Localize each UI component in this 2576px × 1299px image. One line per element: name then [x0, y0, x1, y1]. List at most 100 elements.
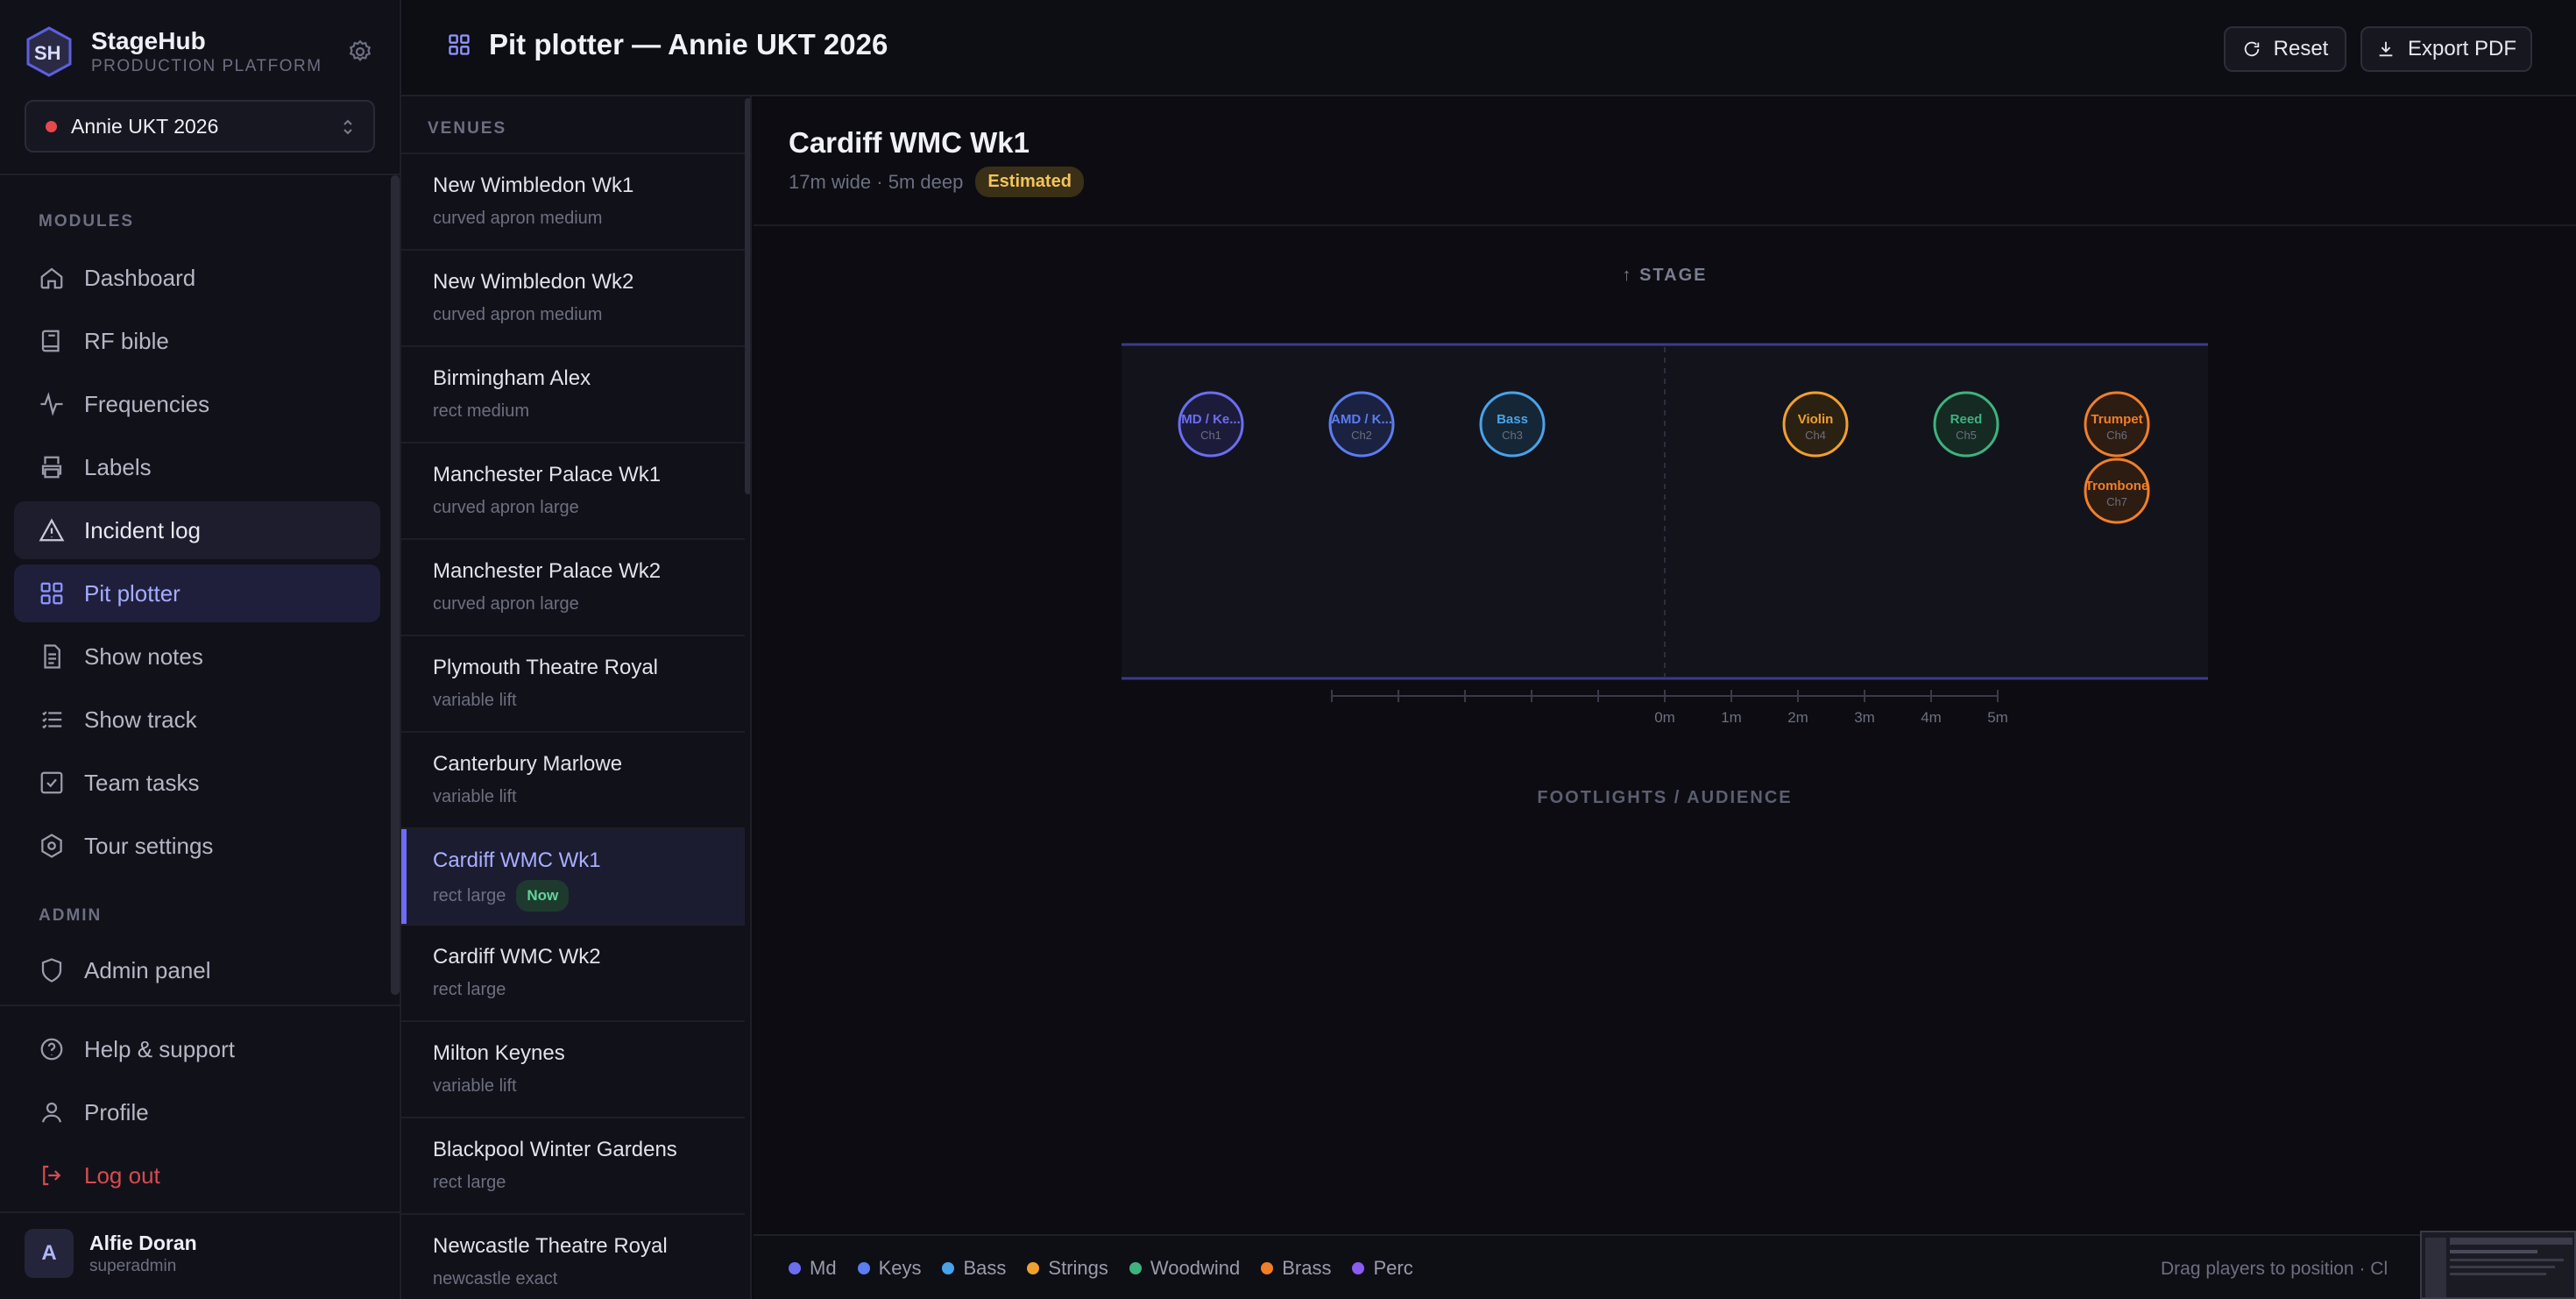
venue-pit-type: newcastle exact — [433, 1266, 745, 1292]
nav-label: Show track — [84, 706, 197, 733]
gear-icon[interactable] — [347, 39, 373, 65]
venue-item[interactable]: Manchester Palace Wk1 curved apron large — [401, 442, 745, 538]
sidebar-scrollbar[interactable] — [391, 175, 400, 995]
player-channel: Ch4 — [1805, 429, 1826, 442]
nav-pit-plotter[interactable]: Pit plotter — [14, 564, 380, 622]
venue-item[interactable]: Newcastle Theatre Royal newcastle exact — [401, 1213, 745, 1299]
grid-icon — [449, 34, 470, 55]
venue-name: New Wimbledon Wk2 — [433, 270, 634, 294]
user-name: Alfie Doran — [89, 1232, 197, 1254]
venue-item[interactable]: New Wimbledon Wk2 curved apron medium — [401, 249, 745, 345]
venue-item[interactable]: Blackpool Winter Gardens rect large — [401, 1117, 745, 1213]
venue-item[interactable]: New Wimbledon Wk1 curved apron medium — [401, 153, 745, 249]
nav-label: Labels — [84, 453, 152, 480]
legend-bar: Md Keys Bass Strings Woodwind Brass Perc Drag … — [754, 1234, 2576, 1299]
nav-admin-panel[interactable]: Admin panel — [14, 941, 380, 999]
player-chip[interactable]: MD / Ke... Ch1 — [1178, 391, 1244, 458]
nav-show-notes[interactable]: Show notes — [14, 628, 380, 685]
venue-item[interactable]: Cardiff WMC Wk1 rect large Now — [401, 827, 745, 926]
logo-text: SH — [34, 42, 61, 64]
venue-pit-type: curved apron medium — [433, 302, 745, 328]
avatar: A — [25, 1229, 74, 1278]
screenshot-thumbnail[interactable] — [2420, 1231, 2576, 1299]
player-chip[interactable]: Violin Ch4 — [1782, 391, 1849, 458]
legend-item: Perc — [1352, 1257, 1413, 1280]
player-channel: Ch7 — [2106, 495, 2127, 508]
legend-dot — [1261, 1262, 1274, 1274]
venue-pit-type: curved apron large — [433, 591, 745, 617]
nav-team-tasks[interactable]: Team tasks — [14, 754, 380, 812]
venue-pit-type-text: variable lift — [433, 787, 517, 806]
legend-label: Perc — [1373, 1257, 1413, 1279]
venue-pit-type: rect medium — [433, 398, 745, 424]
nav-label: Show notes — [84, 642, 203, 670]
user-card[interactable]: A Alfie Doran superadmin — [25, 1229, 197, 1278]
player-chip[interactable]: Bass Ch3 — [1479, 391, 1546, 458]
player-chip[interactable]: AMD / K... Ch2 — [1328, 391, 1395, 458]
logout-icon — [43, 1165, 61, 1186]
nav-show-track[interactable]: Show track — [14, 691, 380, 749]
nav-label: Team tasks — [84, 769, 200, 796]
nav-profile[interactable]: Profile — [14, 1083, 380, 1141]
nav-tour-settings[interactable]: Tour settings — [14, 817, 380, 875]
nav-frequencies[interactable]: Frequencies — [14, 375, 380, 433]
nav-log-out[interactable]: Log out — [14, 1146, 380, 1204]
player-chip[interactable]: Trombone Ch7 — [2084, 458, 2150, 524]
tour-select[interactable]: Annie UKT 2026 — [25, 100, 375, 153]
venue-item[interactable]: Manchester Palace Wk2 curved apron large — [401, 538, 745, 635]
legend-label: Md — [810, 1257, 837, 1279]
venue-item[interactable]: Cardiff WMC Wk2 rect large — [401, 924, 745, 1020]
pit-plot[interactable]: ↑ STAGE 0m 1m 2m 3m 4m 5m MD / Ke... Ch1 AMD / … — [754, 96, 2576, 1234]
nav-label: Log out — [84, 1161, 160, 1189]
player-label: Bass — [1497, 412, 1528, 427]
venue-pit-type: rect large — [433, 976, 745, 1003]
ruler-label: 3m — [1854, 709, 1875, 726]
nav-rf-bible[interactable]: RF bible — [14, 312, 380, 370]
venue-name: Manchester Palace Wk2 — [433, 559, 662, 583]
settings-icon — [41, 834, 62, 858]
nav-help-support[interactable]: Help & support — [14, 1020, 380, 1078]
nav-dashboard[interactable]: Dashboard — [14, 249, 380, 307]
scale-ruler: 0m 1m 2m 3m 4m 5m — [1331, 690, 2008, 726]
venue-item[interactable]: Milton Keynes variable lift — [401, 1020, 745, 1117]
nav-label: Tour settings — [84, 832, 214, 859]
nav-label: RF bible — [84, 327, 169, 354]
venue-pit-type: curved apron large — [433, 494, 745, 521]
help-icon — [40, 1038, 63, 1061]
chevron-updown-icon — [343, 119, 352, 135]
venue-pit-type: rect large Now — [433, 880, 745, 912]
ruler-label: 0m — [1654, 709, 1675, 726]
download-icon — [2379, 41, 2393, 57]
nav-labels[interactable]: Labels — [14, 438, 380, 496]
checkbox-icon — [40, 771, 63, 794]
notes-icon — [44, 644, 60, 669]
venue-item[interactable]: Birmingham Alex rect medium — [401, 345, 745, 442]
tour-select-value: Annie UKT 2026 — [71, 114, 219, 138]
venue-pit-type-text: rect large — [433, 1173, 506, 1192]
venue-item[interactable]: Plymouth Theatre Royal variable lift — [401, 635, 745, 731]
player-chip[interactable]: Trumpet Ch6 — [2084, 391, 2150, 458]
player-label: Violin — [1798, 412, 1834, 427]
venue-name: Newcastle Theatre Royal — [433, 1234, 668, 1258]
player-channel: Ch6 — [2106, 429, 2127, 442]
venue-pit-type: rect large — [433, 1169, 745, 1196]
legend-item: Md — [789, 1257, 837, 1280]
reset-button[interactable]: Reset — [2224, 26, 2346, 72]
venue-name: Milton Keynes — [433, 1041, 565, 1065]
reset-label: Reset — [2273, 37, 2329, 60]
nav-label: Frequencies — [84, 390, 210, 417]
venue-pit-type: variable lift — [433, 687, 745, 713]
legend-item: Bass — [942, 1257, 1006, 1280]
ruler-label: 5m — [1987, 709, 2008, 726]
legend-label: Bass — [963, 1257, 1007, 1279]
legend-label: Woodwind — [1150, 1257, 1241, 1279]
grid-icon — [40, 582, 63, 605]
export-pdf-button[interactable]: Export PDF — [2360, 26, 2532, 72]
venue-item[interactable]: Canterbury Marlowe variable lift — [401, 731, 745, 827]
player-chip[interactable]: Reed Ch5 — [1933, 391, 1999, 458]
player-label: Trombone — [2085, 479, 2149, 493]
nav-incident-log[interactable]: Incident log — [14, 501, 380, 559]
venue-list-scrollbar[interactable] — [745, 98, 750, 494]
brand[interactable]: SH StageHub PRODUCTION PLATFORM — [26, 26, 322, 77]
venue-pit-type-text: variable lift — [433, 691, 517, 710]
